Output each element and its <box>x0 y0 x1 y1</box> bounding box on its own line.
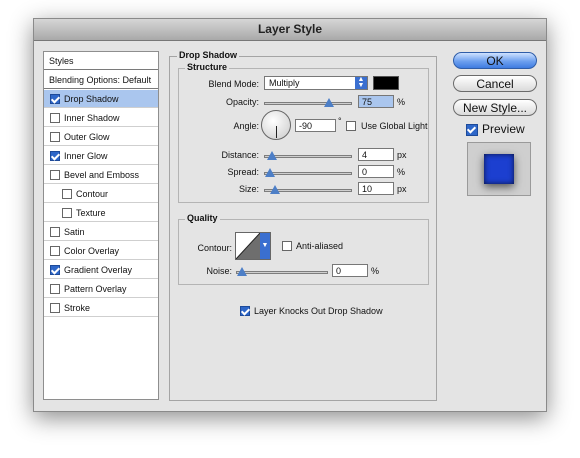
structure-group: Structure Blend Mode: Multiply ▲ ▼ Opacit… <box>178 62 429 203</box>
size-slider[interactable] <box>264 185 352 194</box>
contour-dropdown-arrow-icon[interactable]: ▼ <box>260 233 270 259</box>
spread-slider[interactable] <box>264 168 352 177</box>
style-item-satin[interactable]: Satin <box>44 223 158 241</box>
window-title: Layer Style <box>34 19 546 41</box>
style-item-label: Pattern Overlay <box>64 284 127 294</box>
anti-aliased-label: Anti-aliased <box>296 241 344 251</box>
style-item-label: Contour <box>76 189 109 199</box>
spread-input[interactable]: 0 <box>358 165 394 178</box>
opacity-slider-thumb[interactable] <box>324 98 334 107</box>
blend-mode-label: Blend Mode: <box>208 79 259 89</box>
style-item-inner-glow[interactable]: Inner Glow <box>44 147 158 165</box>
angle-label: Angle: <box>233 121 259 131</box>
noise-slider[interactable] <box>236 267 328 276</box>
style-item-texture[interactable]: Texture <box>44 204 158 222</box>
style-item-checkbox[interactable] <box>62 208 72 218</box>
style-item-checkbox[interactable] <box>50 284 60 294</box>
contour-picker[interactable]: ▼ <box>235 232 271 260</box>
quality-group: Quality Contour: ▼ Anti-aliased Noise: 0… <box>178 213 429 285</box>
blend-mode-value: Multiply <box>269 78 300 88</box>
style-item-label: Color Overlay <box>64 246 120 256</box>
angle-dial-needle <box>276 126 277 138</box>
use-global-light-label: Use Global Light <box>361 121 428 131</box>
style-item-contour[interactable]: Contour <box>44 185 158 203</box>
style-item-label: Gradient Overlay <box>64 265 133 275</box>
distance-unit: px <box>397 150 407 160</box>
style-item-label: Stroke <box>64 303 91 313</box>
style-item-label: Satin <box>64 227 85 237</box>
anti-aliased-checkbox[interactable] <box>282 241 292 251</box>
quality-title: Quality <box>185 213 220 223</box>
layer-style-dialog: Layer Style Styles Blending Options: Def… <box>33 18 547 412</box>
size-input[interactable]: 10 <box>358 182 394 195</box>
style-item-checkbox[interactable] <box>50 170 60 180</box>
style-item-label: Drop Shadow <box>64 94 119 104</box>
opacity-unit: % <box>397 97 406 107</box>
style-item-checkbox[interactable] <box>50 132 60 142</box>
distance-input[interactable]: 4 <box>358 148 394 161</box>
spread-label: Spread: <box>227 167 259 177</box>
shadow-color-swatch[interactable] <box>373 76 399 90</box>
distance-label: Distance: <box>221 150 259 160</box>
style-item-label: Inner Shadow <box>64 113 120 123</box>
size-slider-thumb[interactable] <box>270 185 280 194</box>
style-item-gradient-overlay[interactable]: Gradient Overlay <box>44 261 158 279</box>
preview-thumbnail <box>484 154 514 184</box>
select-arrows-icon: ▲ ▼ <box>355 76 367 89</box>
noise-slider-thumb[interactable] <box>237 267 247 276</box>
style-item-label: Outer Glow <box>64 132 110 142</box>
contour-label: Contour: <box>197 243 232 253</box>
distance-slider[interactable] <box>264 151 352 160</box>
noise-label: Noise: <box>206 266 232 276</box>
spread-slider-thumb[interactable] <box>265 168 275 177</box>
linear-contour-icon <box>236 233 260 259</box>
layer-knocks-out-checkbox[interactable] <box>240 306 250 316</box>
noise-unit: % <box>371 266 380 276</box>
spread-unit: % <box>397 167 406 177</box>
size-unit: px <box>397 184 407 194</box>
style-item-checkbox[interactable] <box>50 265 60 275</box>
style-item-bevel-and-emboss[interactable]: Bevel and Emboss <box>44 166 158 184</box>
angle-input[interactable]: -90 <box>295 119 336 132</box>
styles-header[interactable]: Styles <box>44 52 158 70</box>
style-item-outer-glow[interactable]: Outer Glow <box>44 128 158 146</box>
style-item-pattern-overlay[interactable]: Pattern Overlay <box>44 280 158 298</box>
blending-options-item[interactable]: Blending Options: Default <box>44 71 158 89</box>
opacity-label: Opacity: <box>225 97 259 107</box>
styles-list: Styles Blending Options: Default Drop Sh… <box>43 51 159 400</box>
style-item-checkbox[interactable] <box>50 227 60 237</box>
use-global-light-checkbox[interactable] <box>346 121 356 131</box>
distance-slider-thumb[interactable] <box>267 151 277 160</box>
style-item-color-overlay[interactable]: Color Overlay <box>44 242 158 260</box>
style-item-label: Bevel and Emboss <box>64 170 140 180</box>
angle-unit: ° <box>338 116 342 126</box>
style-item-checkbox[interactable] <box>50 151 60 161</box>
drop-shadow-group: Drop Shadow Structure Blend Mode: Multip… <box>169 50 437 401</box>
preview-label: Preview <box>482 122 525 136</box>
style-item-checkbox[interactable] <box>50 94 60 104</box>
preview-swatch <box>467 142 531 196</box>
style-item-checkbox[interactable] <box>50 113 60 123</box>
style-item-checkbox[interactable] <box>50 246 60 256</box>
noise-input[interactable]: 0 <box>332 264 368 277</box>
style-item-checkbox[interactable] <box>50 303 60 313</box>
preview-checkbox[interactable] <box>466 124 478 136</box>
style-item-inner-shadow[interactable]: Inner Shadow <box>44 109 158 127</box>
style-item-drop-shadow[interactable]: Drop Shadow <box>44 90 158 108</box>
style-item-label: Inner Glow <box>64 151 108 161</box>
new-style-button[interactable]: New Style... <box>453 99 537 116</box>
structure-title: Structure <box>185 62 230 72</box>
style-item-checkbox[interactable] <box>62 189 72 199</box>
angle-dial[interactable] <box>261 110 291 140</box>
opacity-slider[interactable] <box>264 98 352 107</box>
drop-shadow-title: Drop Shadow <box>177 50 239 60</box>
size-label: Size: <box>238 184 259 194</box>
blend-mode-select[interactable]: Multiply ▲ ▼ <box>264 76 368 90</box>
layer-knocks-out-label: Layer Knocks Out Drop Shadow <box>254 306 383 316</box>
style-item-label: Texture <box>76 208 106 218</box>
opacity-input[interactable]: 75 <box>358 95 394 108</box>
cancel-button[interactable]: Cancel <box>453 75 537 92</box>
ok-button[interactable]: OK <box>453 52 537 69</box>
style-item-stroke[interactable]: Stroke <box>44 299 158 317</box>
